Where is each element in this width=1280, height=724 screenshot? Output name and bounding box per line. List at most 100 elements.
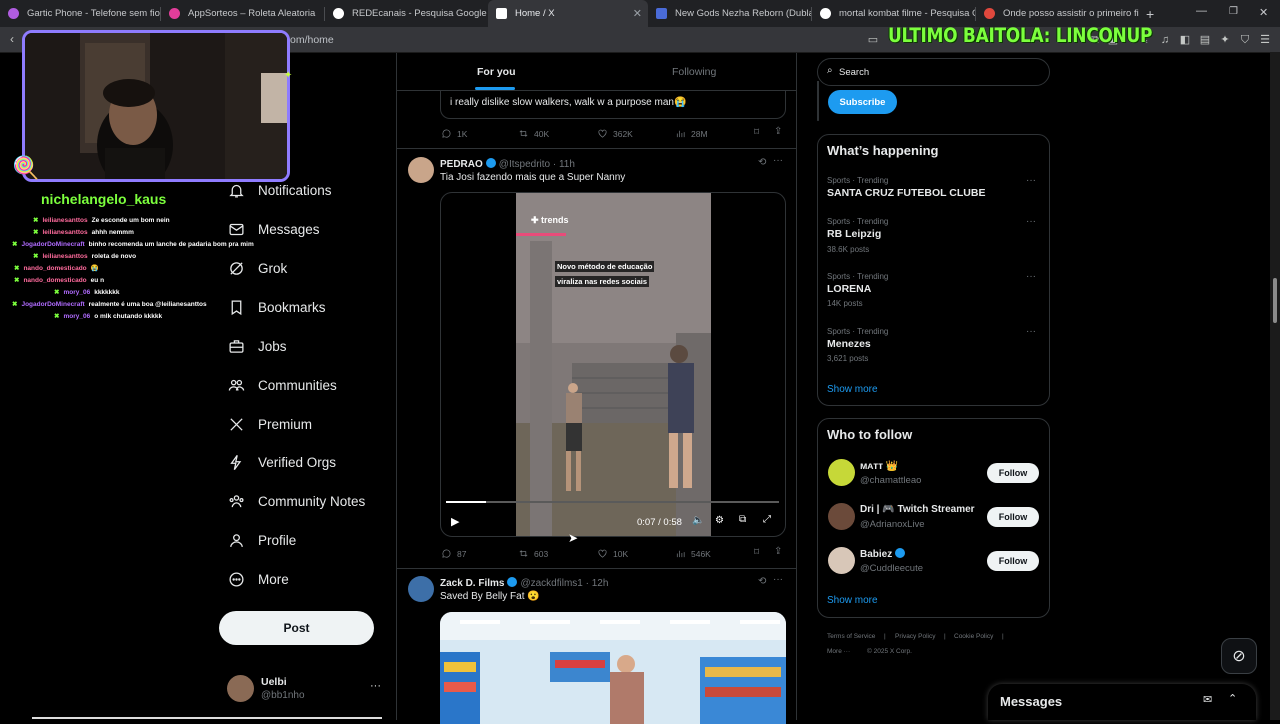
more-icon[interactable]: ···	[1026, 271, 1036, 282]
grok-floating-button[interactable]: ⊘	[1221, 638, 1257, 674]
tweet-author-handle[interactable]: @Itspedrito	[499, 159, 550, 170]
trend-name: SANTA CRUZ FUTEBOL CLUBE	[827, 187, 986, 199]
minimize-icon[interactable]: —	[1196, 5, 1207, 17]
tweet-time[interactable]: 12h	[592, 578, 609, 589]
nav-bookmarks[interactable]: Bookmarks	[226, 291, 326, 323]
search-placeholder: Search	[839, 67, 870, 78]
scrollbar[interactable]	[1270, 53, 1280, 720]
close-window-icon[interactable]: ✕	[1259, 6, 1268, 19]
settings-icon[interactable]: ⚙	[715, 515, 724, 526]
more-icon[interactable]: ···	[773, 574, 783, 585]
more-icon[interactable]: ···	[773, 155, 783, 166]
tweet-author-name[interactable]: Zack D. Films	[440, 578, 504, 589]
privacy-link[interactable]: Privacy Policy	[895, 633, 935, 640]
video-caption: Novo método de educação	[555, 261, 655, 272]
nav-verified-orgs[interactable]: Verified Orgs	[226, 446, 336, 478]
views-button[interactable]: 28M	[675, 128, 708, 139]
new-tab-icon[interactable]: +	[1146, 6, 1154, 22]
reply-button[interactable]: 87	[441, 548, 466, 559]
footer-more-link[interactable]: More ···	[827, 648, 850, 655]
wallet-icon[interactable]: ▤	[1198, 33, 1212, 47]
search-input[interactable]: ⌕ Search	[817, 58, 1050, 86]
nav-jobs[interactable]: Jobs	[226, 330, 287, 362]
chat-line: ✖ nando_domesticado eu n	[14, 277, 105, 284]
bookmark-icon[interactable]: ⌑	[754, 127, 759, 138]
volume-icon[interactable]: 🔈	[692, 515, 704, 526]
tab-following[interactable]: Following	[672, 66, 716, 78]
show-more-trends-link[interactable]: Show more	[827, 384, 878, 395]
browser-tab[interactable]: AppSorteos – Roleta Aleatoria	[161, 0, 324, 27]
scrollbar-thumb[interactable]	[1273, 278, 1277, 323]
video-progress-bar[interactable]	[446, 501, 779, 503]
nav-grok[interactable]: Grok	[226, 252, 287, 284]
reply-button[interactable]: 1K	[441, 128, 467, 139]
trend-category: Sports · Trending	[827, 327, 889, 336]
browser-tab[interactable]: New Gods Nezha Reborn (Dublado)	[648, 0, 811, 27]
restore-icon[interactable]: ❐	[1229, 6, 1238, 17]
shield-icon[interactable]: ⛉	[1238, 33, 1252, 47]
nav-premium[interactable]: Premium	[226, 408, 312, 440]
music-icon[interactable]: ♫	[1158, 33, 1172, 47]
retweet-button[interactable]: 603	[518, 548, 548, 559]
play-icon[interactable]: ▶	[451, 515, 459, 528]
tweet-time[interactable]: 11h	[559, 159, 575, 170]
pip-icon[interactable]: ⧉	[739, 514, 746, 525]
browser-tab[interactable]: REDEcanais - Pesquisa Google	[325, 0, 488, 27]
briefcase-icon	[226, 336, 246, 356]
quoted-tweet-text: i really dislike slow walkers, walk w a …	[450, 97, 687, 108]
trends-logo-icon: ✚	[531, 215, 542, 225]
nav-community-notes[interactable]: Community Notes	[226, 485, 365, 517]
nav-profile[interactable]: Profile	[226, 524, 296, 556]
nav-communities[interactable]: Communities	[226, 369, 337, 401]
screen-icon[interactable]: ▭	[866, 33, 880, 47]
views-button[interactable]: 546K	[675, 548, 711, 559]
quoted-tweet[interactable]: i really dislike slow walkers, walk w a …	[440, 91, 786, 119]
fullscreen-icon[interactable]: ⤢	[763, 514, 771, 525]
follow-button[interactable]: Follow	[987, 551, 1039, 571]
messages-drawer[interactable]: Messages ✉ ⌃	[988, 684, 1256, 720]
menu-icon[interactable]: ☰	[1258, 33, 1272, 47]
more-icon[interactable]: ···	[370, 680, 381, 692]
follow-button[interactable]: Follow	[987, 507, 1039, 527]
sidebar-icon[interactable]: ◧	[1178, 33, 1192, 47]
nav-more[interactable]: More	[226, 563, 289, 595]
close-tab-icon[interactable]: ✕	[633, 7, 642, 20]
tweet-media[interactable]	[440, 612, 786, 724]
browser-tab[interactable]: mortal kombat filme - Pesquisa Goo	[812, 0, 975, 27]
subscribe-button[interactable]: Subscribe	[828, 90, 897, 114]
ai-icon[interactable]: ✦	[1218, 33, 1232, 47]
like-button[interactable]: 10K	[597, 548, 628, 559]
chat-line: ✖ leilianesanttos roleta de novo	[33, 253, 137, 260]
follow-button[interactable]: Follow	[987, 463, 1039, 483]
nav-messages[interactable]: Messages	[226, 213, 320, 245]
show-more-follow-link[interactable]: Show more	[827, 595, 878, 606]
bookmark-icon[interactable]: ⌑	[754, 547, 759, 558]
tweet-author-handle[interactable]: @zackdfilms1	[520, 578, 582, 589]
cookie-link[interactable]: Cookie Policy	[954, 633, 993, 640]
grok-icon[interactable]: ⟲	[758, 576, 766, 587]
share-icon[interactable]: ⇪	[774, 546, 782, 557]
browser-tab[interactable]: Onde posso assistir o primeiro filme	[976, 0, 1139, 27]
nav-notifications[interactable]: Notifications	[226, 174, 332, 206]
back-icon[interactable]: ‹	[10, 32, 14, 46]
more-icon[interactable]: ···	[1026, 216, 1036, 227]
new-message-icon[interactable]: ✉	[1203, 693, 1212, 706]
popsicle-icon: 🍭	[12, 155, 40, 180]
browser-tab[interactable]: Gartic Phone - Telefone sem fio	[0, 0, 160, 27]
post-button[interactable]: Post	[219, 611, 374, 645]
browser-tab-active[interactable]: Home / X ✕	[488, 0, 648, 27]
tweet-author-name[interactable]: PEDRAO	[440, 159, 483, 170]
retweet-button[interactable]: 40K	[518, 128, 549, 139]
like-button[interactable]: 362K	[597, 128, 633, 139]
video-player[interactable]: ✚ trends Novo método de educação viraliz…	[440, 192, 786, 537]
url-field[interactable]: om/home	[290, 34, 334, 46]
terms-link[interactable]: Terms of Service	[827, 633, 875, 640]
expand-icon[interactable]: ⌃	[1228, 692, 1237, 705]
verified-badge-icon	[507, 577, 518, 587]
more-icon[interactable]: ···	[1026, 326, 1036, 337]
trend-posts: 38.6K posts	[827, 245, 870, 254]
grok-icon[interactable]: ⟲	[758, 157, 766, 168]
share-icon[interactable]: ⇪	[774, 126, 782, 137]
tab-for-you[interactable]: For you	[477, 66, 516, 78]
more-icon[interactable]: ···	[1026, 175, 1036, 186]
